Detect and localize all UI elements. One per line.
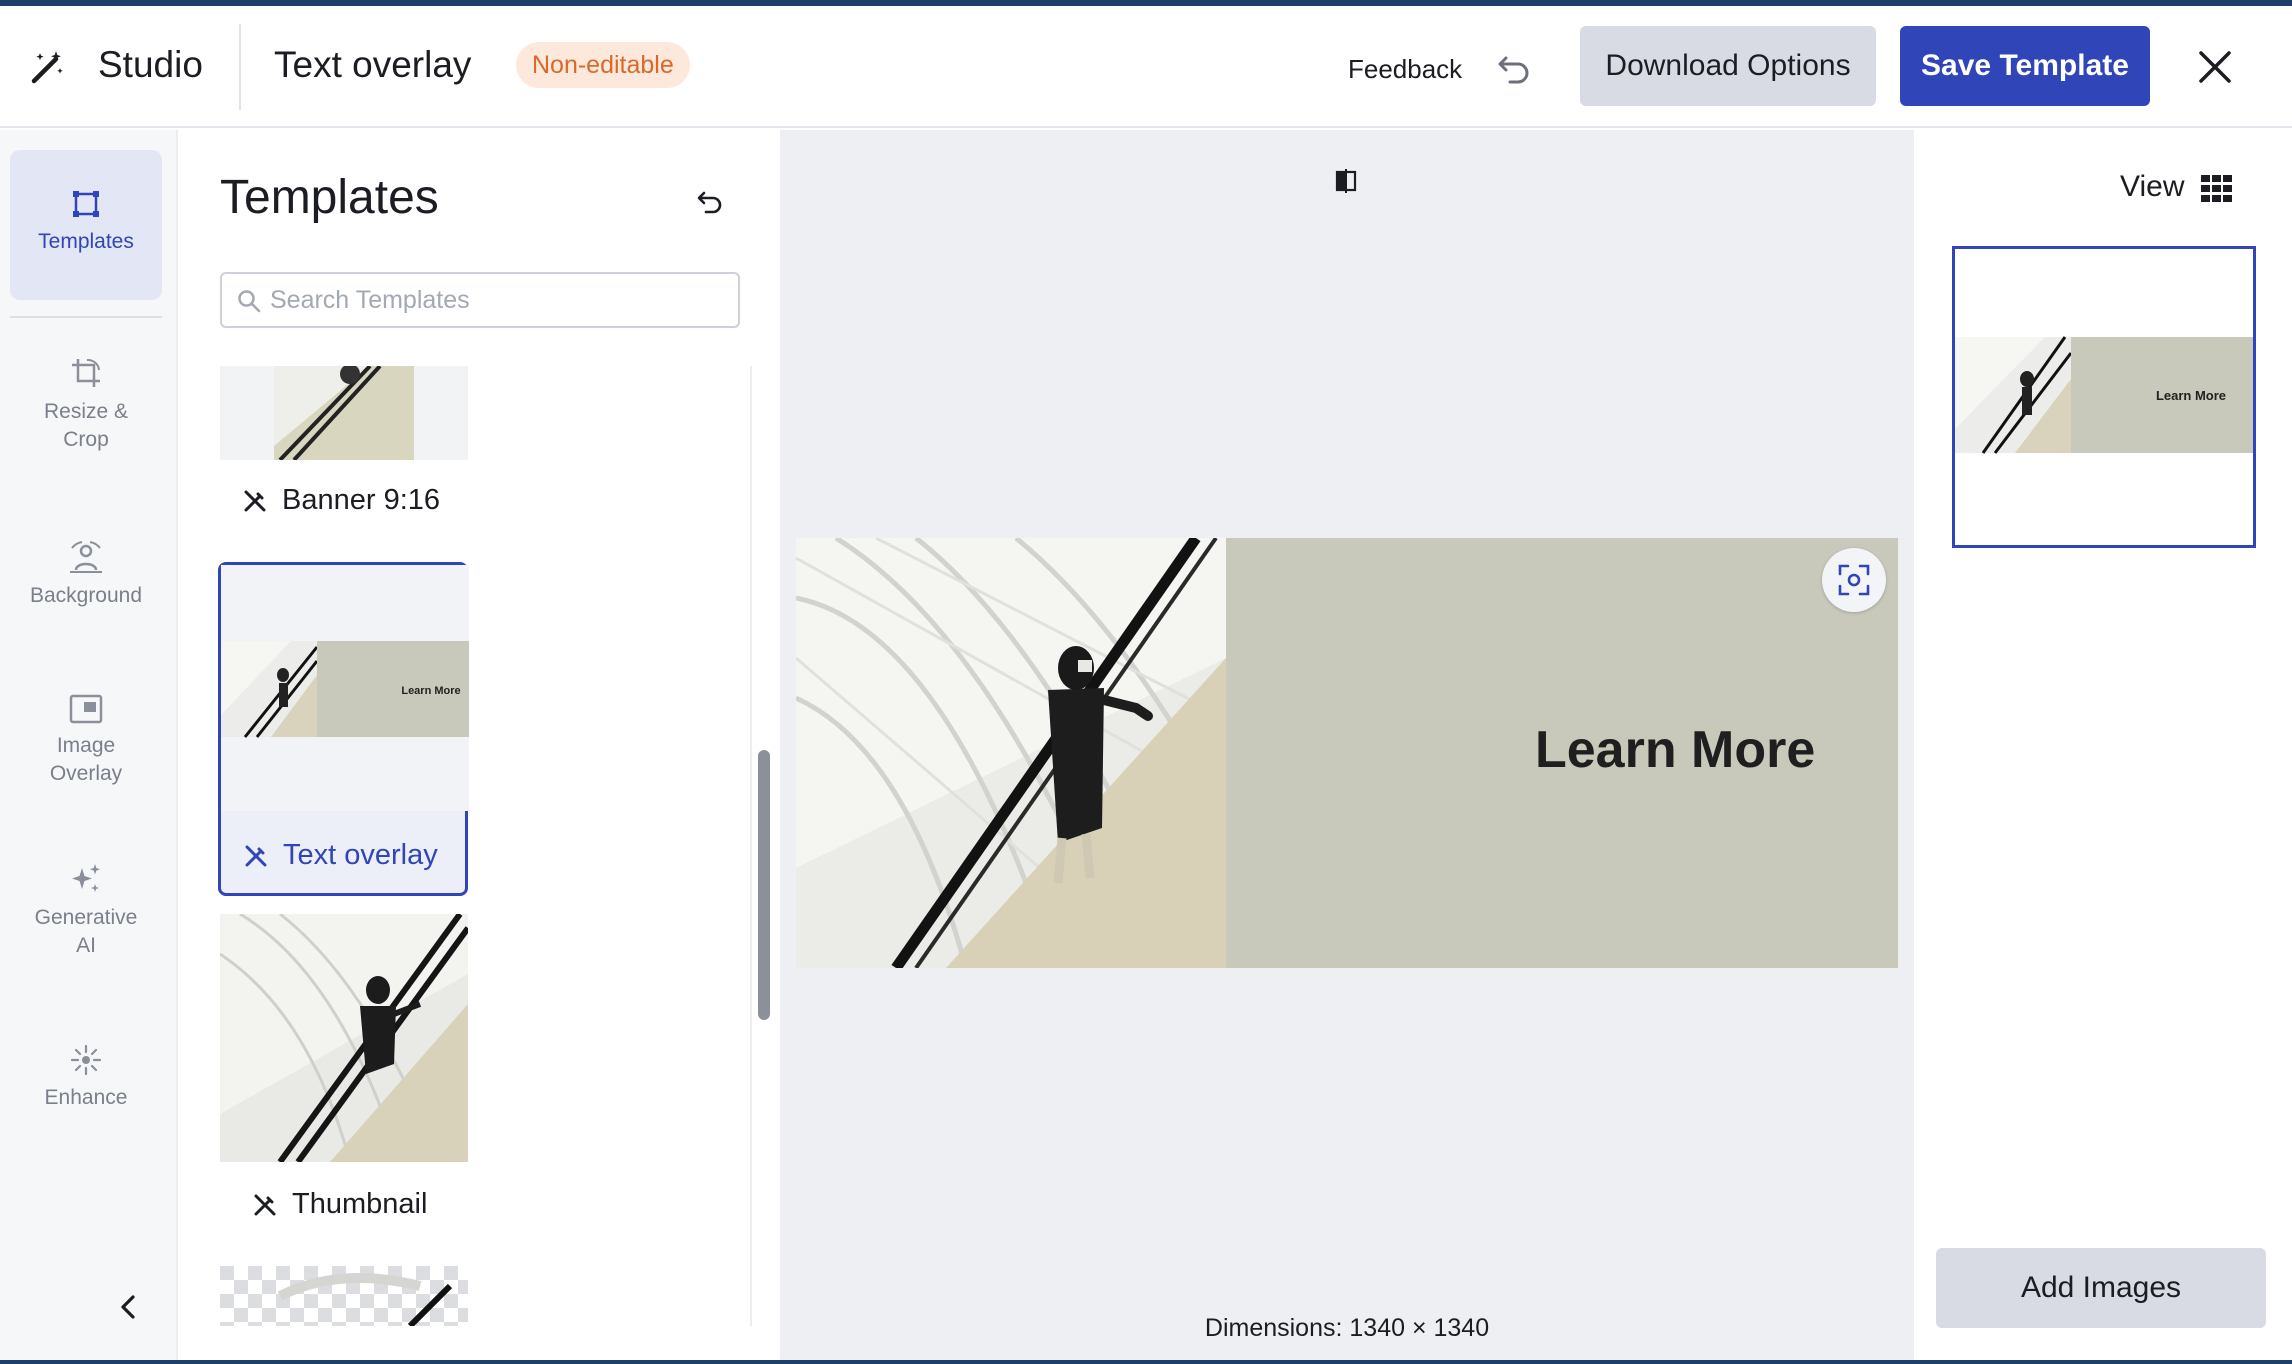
app-name: Studio [98,44,203,85]
save-template-button[interactable]: Save Template [1900,26,2150,106]
feedback-link[interactable]: Feedback [1348,54,1462,85]
page-thumb-image: Learn More [1955,336,2253,454]
template-name-banner: Banner 9:16 [282,484,441,516]
no-edit-icon [254,1194,276,1216]
page-thumbnail[interactable]: Learn More [1952,246,2256,548]
undo-icon[interactable] [1494,48,1534,88]
nav-label-templates: Templates [38,230,134,253]
close-icon[interactable] [2196,48,2234,86]
compare-icon[interactable] [1334,168,1358,194]
overlay-cta-text[interactable]: Learn More [1535,720,1815,780]
no-edit-icon [245,845,267,867]
template-thumbnail [220,914,468,1162]
editor-canvas: Learn More Dimensions: 1340 × 1340 [780,130,1914,1360]
templates-icon [73,191,99,217]
focus-point-button[interactable] [1822,548,1886,612]
download-options-button[interactable]: Download Options [1580,26,1876,106]
template-label: Text overlay [243,839,438,872]
banner-thumb-image [274,366,414,460]
template-card-text-overlay[interactable]: Learn More Text overlay [218,562,469,896]
nav-label-resize-crop: Resize & Crop [43,400,129,451]
image-overlay-icon [69,694,103,724]
nav-label-background: Background [29,584,143,607]
studio-app: Studio Text overlay Non-editable Feedbac… [0,6,2292,1360]
nav-item-background[interactable]: Background [10,540,162,610]
checker-thumb-image [220,1266,468,1326]
scrollbar-track [750,366,752,1326]
document-title: Text overlay [274,44,472,85]
nav-divider [10,316,162,318]
template-thumbnail [220,1266,468,1326]
nav-item-generative-ai[interactable]: Generative AI [10,862,162,960]
template-label: Thumbnail [252,1188,427,1221]
add-images-button[interactable]: Add Images [1936,1248,2266,1328]
nav-item-resize-crop[interactable]: Resize & Crop [10,356,162,454]
panel-title: Templates [220,171,439,224]
sparkle-icon [72,864,100,892]
template-card-thumbnail[interactable]: Thumbnail [220,914,470,1244]
template-card-next[interactable] [220,1266,470,1326]
background-icon [70,541,102,573]
search-box[interactable] [220,272,740,328]
search-input[interactable] [270,282,730,318]
template-thumbnail: Learn More [221,565,469,811]
view-label: View [2120,170,2185,203]
grid-view-icon[interactable] [2200,174,2234,204]
nav-label-image-overlay: Image Overlay [49,734,123,785]
template-label: Banner 9:16 [242,484,440,517]
thumbnail-thumb-image [220,914,468,1162]
reset-icon[interactable] [694,186,726,218]
template-thumbnail [220,366,468,460]
resize-crop-icon [72,358,100,387]
top-header: Studio Text overlay Non-editable Feedbac… [0,6,2292,128]
nav-item-enhance[interactable]: Enhance [10,1044,162,1112]
focus-icon [1838,564,1870,596]
pages-panel: View Learn More Add Images [1914,130,2292,1360]
page-thumb-cta-text: Learn More [2156,388,2226,403]
left-tool-nav: Templates Resize & Crop Background Image… [0,130,178,1360]
text-overlay-thumb-image: Learn More [221,641,469,738]
scrollbar-thumb[interactable] [758,750,770,1020]
dimensions-readout: Dimensions: 1340 × 1340 [1204,1314,1490,1342]
no-edit-icon [244,490,266,512]
magic-wand-icon [31,51,63,84]
template-list: Banner 9:16 Learn More Text overlay Thum… [180,366,760,1326]
template-name-thumbnail: Thumbnail [292,1188,428,1220]
enhance-icon [70,1044,102,1076]
chevron-left-icon[interactable] [114,1292,142,1322]
nav-label-generative-ai: Generative AI [34,906,138,957]
template-name-text-overlay: Text overlay [283,839,438,871]
header-divider [239,24,241,110]
thumb-cta-text: Learn More [401,685,460,697]
templates-panel: Templates Search Templates Banner 9:16 L… [180,130,780,1360]
nav-label-enhance: Enhance [44,1086,128,1109]
nav-item-image-overlay[interactable]: Image Overlay [10,694,162,788]
search-icon [238,290,261,313]
status-badge: Non-editable [516,42,690,88]
nav-item-templates[interactable]: Templates [10,150,162,300]
template-card-banner[interactable]: Banner 9:16 [220,366,470,526]
